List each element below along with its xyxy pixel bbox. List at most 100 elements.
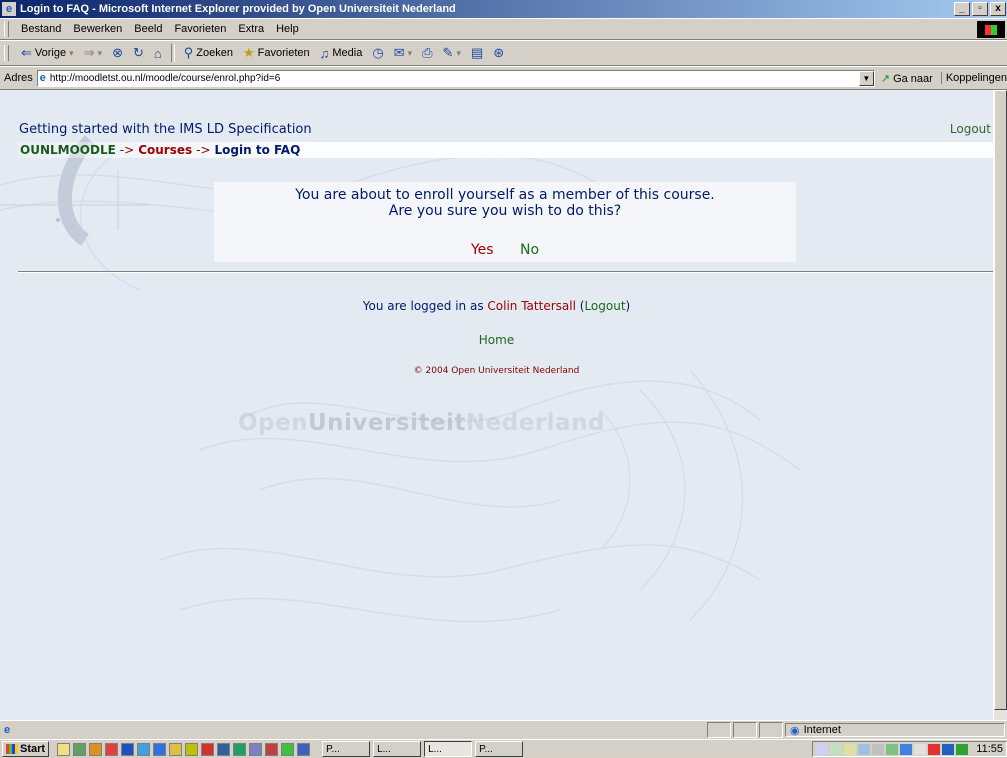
menu-bewerken[interactable]: Bewerken bbox=[67, 21, 128, 37]
back-button[interactable]: ⇐ Vorige ▾ bbox=[17, 44, 78, 62]
tray-icon[interactable] bbox=[956, 743, 969, 755]
tray-icon[interactable] bbox=[858, 743, 871, 755]
quick-launch-icon[interactable] bbox=[281, 742, 295, 756]
mail-icon: ✉ bbox=[393, 45, 405, 60]
window-title: Login to FAQ - Microsoft Internet Explor… bbox=[20, 3, 456, 15]
yes-button[interactable]: Yes bbox=[471, 242, 494, 258]
taskbar: Start P... L... L... P... 11:55 bbox=[0, 739, 1007, 758]
breadcrumb-courses-link[interactable]: Courses bbox=[138, 143, 192, 157]
favorites-button[interactable]: ★ Favorieten bbox=[239, 44, 314, 62]
toolbar-grip[interactable] bbox=[4, 45, 9, 61]
login-info: You are logged in as Colin Tattersall (L… bbox=[0, 299, 993, 313]
watermark-part-3: Nederland bbox=[465, 410, 605, 436]
chevron-down-icon: ▾ bbox=[456, 47, 461, 58]
windows-logo-icon bbox=[977, 21, 1005, 38]
user-profile-link[interactable]: Colin Tattersall bbox=[487, 299, 576, 313]
status-cell bbox=[759, 722, 783, 738]
stop-button[interactable]: ⊗ bbox=[108, 44, 127, 62]
discuss-button[interactable]: ▤ bbox=[467, 44, 487, 62]
search-button[interactable]: ⚲ Zoeken bbox=[180, 44, 237, 62]
tray-icon[interactable] bbox=[928, 743, 941, 755]
quick-launch-icon[interactable] bbox=[73, 742, 87, 756]
quick-launch-icon[interactable] bbox=[169, 742, 183, 756]
divider bbox=[18, 271, 993, 273]
quick-launch-icon[interactable] bbox=[137, 742, 151, 756]
quick-launch-icon[interactable] bbox=[265, 742, 279, 756]
footer-logout-link[interactable]: Logout bbox=[584, 299, 625, 313]
breadcrumb-home-link[interactable]: OUNLMOODLE bbox=[20, 143, 116, 157]
close-button[interactable]: x bbox=[990, 2, 1006, 16]
maximize-button[interactable]: ▫ bbox=[972, 2, 988, 16]
footer-home-link[interactable]: Home bbox=[0, 333, 993, 347]
scrollbar-thumb[interactable] bbox=[994, 90, 1007, 710]
tray-icon[interactable] bbox=[886, 743, 899, 755]
address-dropdown-button[interactable]: ▼ bbox=[858, 70, 874, 86]
globe-icon: ◉ bbox=[790, 724, 800, 737]
quick-launch-icon[interactable] bbox=[105, 742, 119, 756]
quick-launch-icon[interactable] bbox=[249, 742, 263, 756]
tray-icon[interactable] bbox=[830, 743, 843, 755]
watermark-part-2: Universiteit bbox=[308, 410, 466, 436]
refresh-button[interactable]: ↻ bbox=[129, 44, 148, 62]
tray-icon[interactable] bbox=[900, 743, 913, 755]
tray-icon[interactable] bbox=[872, 743, 885, 755]
print-button[interactable]: ⎙ bbox=[418, 44, 436, 62]
task-button[interactable]: P... bbox=[322, 741, 371, 757]
media-button[interactable]: ♫ Media bbox=[316, 45, 367, 62]
ie-icon: e bbox=[2, 2, 16, 16]
quick-launch-icon[interactable] bbox=[153, 742, 167, 756]
messenger-button[interactable]: ⊛ bbox=[489, 44, 508, 62]
quick-launch-icon[interactable] bbox=[89, 742, 103, 756]
menu-beeld[interactable]: Beeld bbox=[128, 21, 168, 37]
back-arrow-icon: ⇐ bbox=[21, 45, 32, 60]
minimize-button[interactable]: _ bbox=[954, 2, 970, 16]
enrol-confirm-buttons: Yes No bbox=[214, 242, 796, 258]
menu-help[interactable]: Help bbox=[270, 21, 305, 37]
go-label: Ga naar bbox=[893, 72, 933, 85]
system-tray: 11:55 bbox=[812, 741, 1007, 757]
zone-label: Internet bbox=[803, 724, 841, 736]
tray-icon[interactable] bbox=[914, 743, 927, 755]
tray-icon[interactable] bbox=[816, 743, 829, 755]
login-info-prefix: You are logged in as bbox=[362, 299, 484, 313]
go-button[interactable]: ↗ Ga naar bbox=[881, 72, 933, 85]
task-button-active[interactable]: L... bbox=[424, 741, 473, 757]
menu-bar: Bestand Bewerken Beeld Favorieten Extra … bbox=[0, 18, 1007, 40]
address-input[interactable]: e http://moodletst.ou.nl/moodle/course/e… bbox=[36, 69, 875, 87]
title-bar[interactable]: e Login to FAQ - Microsoft Internet Expl… bbox=[0, 0, 1007, 18]
quick-launch-icon[interactable] bbox=[217, 742, 231, 756]
enrol-message-line-2: Are you sure you wish to do this? bbox=[388, 203, 622, 219]
menu-extra[interactable]: Extra bbox=[232, 21, 270, 37]
menu-bestand[interactable]: Bestand bbox=[15, 21, 67, 37]
mail-button[interactable]: ✉ ▾ bbox=[390, 44, 416, 62]
home-button[interactable]: ⌂ bbox=[150, 45, 166, 62]
clock: 11:55 bbox=[976, 743, 1003, 755]
forward-arrow-icon: ⇒ bbox=[83, 45, 95, 60]
quick-launch-icon[interactable] bbox=[201, 742, 215, 756]
quick-launch-icon[interactable] bbox=[121, 742, 135, 756]
vertical-scrollbar[interactable] bbox=[993, 90, 1007, 720]
quick-launch-icon[interactable] bbox=[233, 742, 247, 756]
task-button[interactable]: P... bbox=[475, 741, 524, 757]
no-button[interactable]: No bbox=[520, 242, 539, 258]
quick-launch-icon[interactable] bbox=[297, 742, 311, 756]
breadcrumb-current: Login to FAQ bbox=[214, 143, 301, 157]
print-icon: ⎙ bbox=[422, 45, 433, 60]
tray-icon[interactable] bbox=[844, 743, 857, 755]
messenger-icon: ⊛ bbox=[493, 45, 505, 60]
menu-favorieten[interactable]: Favorieten bbox=[168, 21, 232, 37]
tray-icon[interactable] bbox=[942, 743, 955, 755]
forward-button[interactable]: ⇒ ▾ bbox=[80, 44, 106, 62]
refresh-icon: ↻ bbox=[132, 45, 144, 60]
links-button[interactable]: Koppelingen bbox=[940, 72, 1007, 84]
quick-launch-icon[interactable] bbox=[185, 742, 199, 756]
watermark-part-1: Open bbox=[238, 410, 308, 436]
task-button[interactable]: L... bbox=[373, 741, 422, 757]
start-button[interactable]: Start bbox=[2, 741, 50, 757]
logout-link[interactable]: Logout bbox=[950, 122, 991, 136]
go-arrow-icon: ↗ bbox=[880, 72, 891, 85]
quick-launch-icon[interactable] bbox=[57, 742, 71, 756]
history-button[interactable]: ◷ bbox=[368, 44, 387, 62]
edit-button[interactable]: ✎ ▾ bbox=[439, 44, 465, 62]
toolbar-grip[interactable] bbox=[4, 21, 9, 37]
